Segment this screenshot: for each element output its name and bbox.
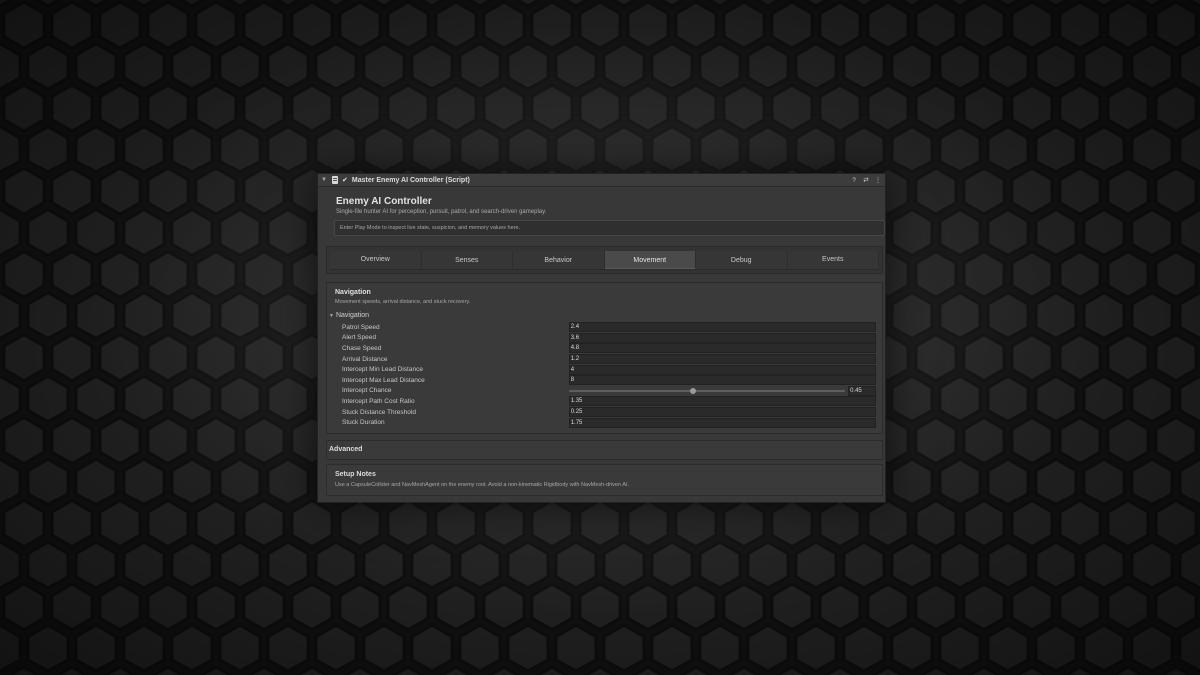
advanced-title: Advanced — [329, 446, 363, 453]
stuck-distance-field[interactable]: 0.25 — [568, 407, 876, 418]
tab-events[interactable]: Events — [787, 251, 879, 269]
tab-movement[interactable]: Movement — [604, 251, 696, 269]
chase-speed-field[interactable]: 4.8 — [568, 343, 876, 354]
stuck-distance-label: Stuck Distance Threshold — [342, 408, 416, 416]
property-row: Alert Speed 3.6 — [342, 332, 876, 344]
help-icon[interactable]: ? — [850, 177, 858, 184]
property-row: Stuck Distance Threshold 0.25 — [342, 407, 876, 418]
intercept-max-lead-field[interactable]: 8 — [568, 375, 876, 386]
property-row: Intercept Max Lead Distance 8 — [342, 375, 876, 386]
property-list: Patrol Speed 2.4 Alert Speed 3.6 Chase S… — [342, 322, 876, 428]
tab-behavior[interactable]: Behavior — [513, 251, 605, 269]
play-mode-help-box: Enter Play Mode to inspect live state, s… — [334, 220, 885, 236]
intercept-max-lead-label: Intercept Max Lead Distance — [342, 376, 425, 384]
property-row: Stuck Duration 1.75 — [342, 417, 876, 428]
chase-speed-label: Chase Speed — [342, 344, 382, 352]
setup-notes-text: Use a CapsuleCollider and NavMeshAgent o… — [335, 482, 629, 488]
section-subtitle: Movement speeds, arrival distance, and s… — [335, 299, 471, 305]
intercept-chance-field[interactable]: 0.45 — [848, 385, 876, 396]
property-row: Intercept Path Cost Ratio 1.35 — [342, 396, 876, 407]
preset-icon[interactable]: ⇄ — [862, 176, 870, 184]
property-row: Patrol Speed 2.4 — [342, 322, 876, 333]
setup-notes-title: Setup Notes — [335, 471, 376, 478]
alert-speed-label: Alert Speed — [342, 334, 376, 342]
patrol-speed-field[interactable]: 2.4 — [568, 322, 876, 333]
kebab-menu-icon[interactable]: ⋮ — [874, 176, 882, 184]
triangle-down-icon: ▼ — [329, 313, 334, 319]
component-header[interactable]: ▼ ✔ Master Enemy AI Controller (Script) … — [318, 174, 885, 187]
tab-debug[interactable]: Debug — [696, 251, 788, 269]
tab-senses[interactable]: Senses — [421, 251, 513, 269]
enabled-checkbox[interactable]: ✔ — [342, 176, 348, 184]
property-row: Arrival Distance 1.2 — [342, 354, 876, 365]
arrival-distance-field[interactable]: 1.2 — [568, 354, 876, 365]
tab-bar: Overview Senses Behavior Movement Debug … — [330, 251, 879, 270]
page-subtitle: Single-file hunter AI for perception, pu… — [336, 209, 547, 215]
arrival-distance-label: Arrival Distance — [342, 355, 388, 363]
advanced-foldout[interactable]: Advanced — [326, 440, 883, 460]
inspector-component-panel: ▼ ✔ Master Enemy AI Controller (Script) … — [317, 173, 886, 503]
section-title: Navigation — [335, 289, 371, 296]
script-icon — [332, 176, 338, 184]
intercept-chance-label: Intercept Chance — [342, 387, 392, 395]
intercept-chance-slider[interactable] — [569, 387, 848, 395]
navigation-foldout[interactable]: ▼ Navigation — [329, 312, 369, 319]
intercept-min-lead-field[interactable]: 4 — [568, 364, 876, 375]
tabs-panel: Overview Senses Behavior Movement Debug … — [326, 246, 883, 274]
property-row: Chase Speed 4.8 — [342, 343, 876, 354]
stuck-duration-label: Stuck Duration — [342, 419, 385, 427]
property-row: Intercept Chance 0.45 — [342, 385, 876, 397]
intercept-path-cost-field[interactable]: 1.35 — [568, 396, 876, 407]
navigation-section: Navigation Movement speeds, arrival dist… — [326, 282, 883, 434]
slider-track[interactable] — [569, 387, 846, 394]
patrol-speed-label: Patrol Speed — [342, 323, 380, 331]
property-row: Intercept Min Lead Distance 4 — [342, 364, 876, 375]
header-card: Enemy AI Controller Single-file hunter A… — [330, 190, 889, 240]
triangle-down-icon[interactable]: ▼ — [321, 177, 328, 183]
page-title: Enemy AI Controller — [336, 196, 432, 207]
setup-notes-section: Setup Notes Use a CapsuleCollider and Na… — [326, 464, 883, 496]
component-title: Master Enemy AI Controller (Script) — [351, 176, 470, 184]
intercept-path-cost-label: Intercept Path Cost Ratio — [342, 397, 415, 405]
intercept-min-lead-label: Intercept Min Lead Distance — [342, 366, 423, 374]
alert-speed-field[interactable]: 3.6 — [568, 332, 876, 343]
tab-overview[interactable]: Overview — [330, 251, 422, 269]
slider-thumb[interactable] — [690, 387, 697, 394]
foldout-label: Navigation — [335, 312, 370, 319]
stuck-duration-field[interactable]: 1.75 — [568, 417, 876, 428]
